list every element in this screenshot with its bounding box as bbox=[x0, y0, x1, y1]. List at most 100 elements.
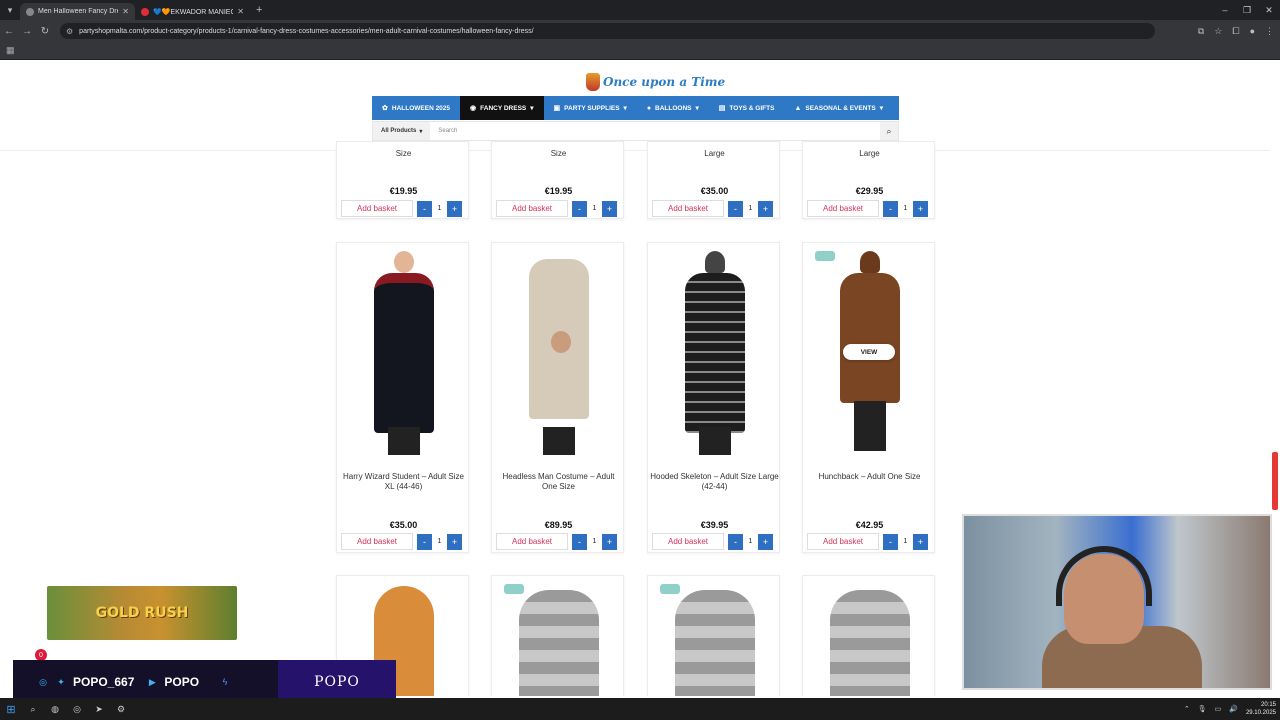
add-basket-button[interactable]: Add basket bbox=[341, 533, 413, 550]
qty-minus-button[interactable]: - bbox=[883, 200, 898, 217]
buy-controls: Add basket - 1 + bbox=[496, 200, 617, 217]
add-basket-button[interactable]: Add basket bbox=[496, 533, 568, 550]
clock-time: 20:15 bbox=[1260, 702, 1276, 708]
volume-icon[interactable]: 🔊 bbox=[1229, 705, 1238, 713]
qty-minus-button[interactable]: - bbox=[417, 200, 432, 217]
restore-icon[interactable]: ❐ bbox=[1236, 0, 1258, 20]
browser-tab-active[interactable]: Men Halloween Fancy Dress | C ✕ bbox=[20, 3, 135, 20]
nav-halloween[interactable]: ✿ HALLOWEEN 2025 bbox=[372, 96, 460, 120]
product-name[interactable]: Harry Wizard Student – Adult Size XL (44… bbox=[339, 472, 468, 492]
nav-toys-gifts[interactable]: ▤ TOYS & GIFTS bbox=[709, 96, 785, 120]
product-price: €89.95 bbox=[544, 520, 573, 530]
qty-plus-button[interactable]: + bbox=[447, 533, 462, 550]
toy-icon: ▤ bbox=[718, 105, 726, 112]
qty-plus-button[interactable]: + bbox=[913, 200, 928, 217]
nav-party-supplies[interactable]: ▣ PARTY SUPPLIES ▾ bbox=[544, 96, 637, 120]
qty-input[interactable]: 1 bbox=[898, 201, 913, 217]
category-select[interactable]: All Products ▾ bbox=[373, 122, 431, 140]
qty-input[interactable]: 1 bbox=[743, 534, 758, 550]
product-image[interactable] bbox=[809, 580, 930, 696]
product-search: All Products ▾ Search ⌕ bbox=[372, 121, 899, 141]
product-name[interactable]: Hooded Skeleton – Adult Size Large (42-4… bbox=[650, 472, 779, 492]
product-name[interactable]: Size bbox=[494, 149, 623, 159]
qty-plus-button[interactable]: + bbox=[602, 533, 617, 550]
mic-icon[interactable]: 🎙 bbox=[1198, 705, 1207, 713]
qty-input[interactable]: 1 bbox=[587, 534, 602, 550]
product-name[interactable]: Size bbox=[339, 149, 468, 159]
product-card: Harry Wizard Student – Adult Size XL (44… bbox=[336, 242, 469, 553]
forward-icon[interactable]: → bbox=[18, 26, 36, 37]
new-tab-icon[interactable]: + bbox=[256, 4, 262, 16]
browser-tab[interactable]: 💙🧡EKWADOR MANIEC ✕ bbox=[135, 3, 250, 20]
product-image[interactable] bbox=[654, 247, 775, 461]
apps-grid-icon[interactable]: ▦ bbox=[6, 45, 15, 56]
add-basket-button[interactable]: Add basket bbox=[652, 200, 724, 217]
tray-chevron-icon[interactable]: ⌃ bbox=[1184, 705, 1190, 713]
product-price: €35.00 bbox=[389, 520, 418, 530]
product-name[interactable]: Hunchback – Adult One Size bbox=[805, 472, 934, 482]
view-button[interactable]: VIEW bbox=[843, 344, 895, 360]
scrollbar-thumb[interactable] bbox=[1272, 452, 1278, 510]
reload-icon[interactable]: ↻ bbox=[36, 26, 54, 37]
extensions-icon[interactable]: ⧠ bbox=[1232, 26, 1239, 37]
close-tab-icon[interactable]: ✕ bbox=[122, 7, 129, 16]
address-bar[interactable]: ⚙ partyshopmalta.com/product-category/pr… bbox=[60, 23, 1155, 39]
qty-input[interactable]: 1 bbox=[743, 201, 758, 217]
qty-minus-button[interactable]: - bbox=[728, 200, 743, 217]
buy-controls: Add basket - 1 + bbox=[341, 200, 462, 217]
close-tab-icon[interactable]: ✕ bbox=[237, 7, 244, 16]
product-card bbox=[491, 575, 624, 696]
product-name[interactable]: Large bbox=[650, 149, 779, 159]
bookmark-star-icon[interactable]: ☆ bbox=[1214, 26, 1222, 37]
windows-start-icon[interactable]: ⊞ bbox=[0, 698, 22, 720]
product-image[interactable] bbox=[343, 247, 464, 461]
product-image[interactable] bbox=[654, 580, 775, 696]
network-icon[interactable]: ▭ bbox=[1215, 705, 1222, 713]
add-basket-button[interactable]: Add basket bbox=[807, 533, 879, 550]
close-window-icon[interactable]: ✕ bbox=[1258, 0, 1280, 20]
qty-plus-button[interactable]: + bbox=[602, 200, 617, 217]
clock[interactable]: 20:15 29.10.2025 bbox=[1246, 701, 1276, 717]
search-input[interactable]: Search bbox=[430, 128, 880, 134]
qty-input[interactable]: 1 bbox=[587, 201, 602, 217]
qty-plus-button[interactable]: + bbox=[913, 533, 928, 550]
qty-input[interactable]: 1 bbox=[898, 534, 913, 550]
tab-search-icon[interactable]: ▾ bbox=[0, 0, 20, 20]
product-name[interactable]: Headless Man Costume – Adult One Size bbox=[494, 472, 623, 492]
nav-balloons[interactable]: ● BALLOONS ▾ bbox=[637, 96, 709, 120]
telegram-app-icon[interactable]: ➤ bbox=[88, 698, 110, 720]
product-image[interactable] bbox=[498, 580, 619, 696]
site-logo[interactable]: Once upon a Time bbox=[586, 69, 725, 95]
minimize-icon[interactable]: – bbox=[1214, 0, 1236, 20]
product-image[interactable] bbox=[498, 247, 619, 461]
chrome-app-icon[interactable]: ◎ bbox=[66, 698, 88, 720]
qty-minus-button[interactable]: - bbox=[728, 533, 743, 550]
qty-plus-button[interactable]: + bbox=[758, 200, 773, 217]
add-basket-button[interactable]: Add basket bbox=[496, 200, 568, 217]
qty-minus-button[interactable]: - bbox=[417, 533, 432, 550]
pumpkin-icon: ✿ bbox=[382, 105, 388, 112]
site-info-icon[interactable]: ⚙ bbox=[66, 27, 73, 36]
steam-app-icon[interactable]: ⚙ bbox=[110, 698, 132, 720]
add-basket-button[interactable]: Add basket bbox=[652, 533, 724, 550]
qty-input[interactable]: 1 bbox=[432, 534, 447, 550]
qty-plus-button[interactable]: + bbox=[447, 200, 462, 217]
twitter-icon: ✦ bbox=[57, 676, 65, 687]
translate-icon[interactable]: ⧉ bbox=[1198, 26, 1204, 37]
nav-fancy-dress[interactable]: ◉ FANCY DRESS ▾ bbox=[460, 96, 544, 120]
qty-minus-button[interactable]: - bbox=[572, 200, 587, 217]
qty-input[interactable]: 1 bbox=[432, 201, 447, 217]
search-app-icon[interactable]: ⌕ bbox=[22, 698, 44, 720]
product-name[interactable]: Large bbox=[805, 149, 934, 159]
nav-seasonal-events[interactable]: ▲ SEASONAL & EVENTS ▾ bbox=[784, 96, 893, 120]
discord-app-icon[interactable]: ◍ bbox=[44, 698, 66, 720]
menu-icon[interactable]: ⋮ bbox=[1265, 26, 1274, 37]
search-icon[interactable]: ⌕ bbox=[880, 122, 898, 140]
add-basket-button[interactable]: Add basket bbox=[807, 200, 879, 217]
add-basket-button[interactable]: Add basket bbox=[341, 200, 413, 217]
qty-plus-button[interactable]: + bbox=[758, 533, 773, 550]
qty-minus-button[interactable]: - bbox=[572, 533, 587, 550]
back-icon[interactable]: ← bbox=[0, 26, 18, 37]
qty-minus-button[interactable]: - bbox=[883, 533, 898, 550]
profile-icon[interactable]: ● bbox=[1250, 26, 1255, 36]
